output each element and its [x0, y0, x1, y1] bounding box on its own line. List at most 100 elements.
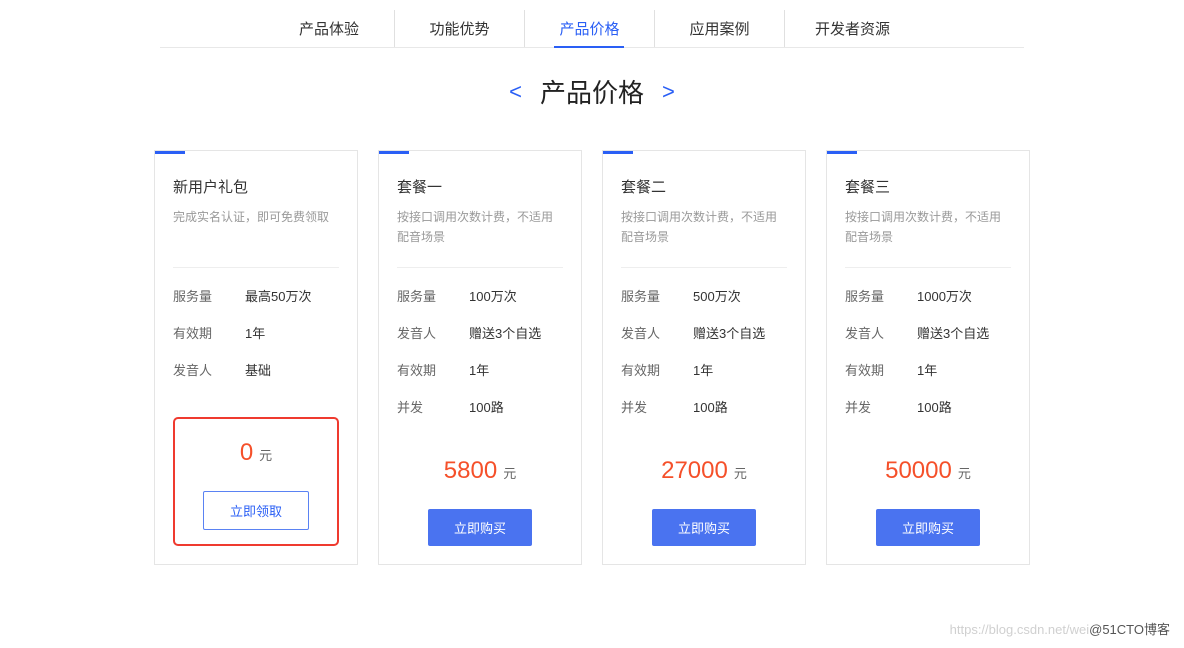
spec-row: 服务量1000万次	[845, 286, 1011, 305]
card-subtitle: 按接口调用次数计费，不适用配音场景	[845, 207, 1011, 249]
card-footer: 50000 元立即购买	[845, 437, 1011, 546]
price-unit: 元	[734, 463, 747, 482]
price-amount: 27000	[661, 457, 728, 485]
spec-row: 发音人基础	[173, 360, 339, 379]
watermark-faint: https://blog.csdn.net/wei	[950, 622, 1089, 637]
spec-value: 1年	[469, 360, 489, 379]
card-accent	[827, 151, 857, 154]
price-unit: 元	[259, 445, 272, 464]
spec-value: 100路	[917, 397, 952, 416]
spec-label: 有效期	[397, 360, 469, 379]
spec-value: 赠送3个自选	[917, 323, 989, 342]
spec-value: 100万次	[469, 286, 517, 305]
card-body: 新用户礼包完成实名认证，即可免费领取服务量最高50万次有效期1年发音人基础0元立…	[155, 176, 357, 564]
spec-row: 发音人赠送3个自选	[621, 323, 787, 342]
spec-value: 100路	[469, 397, 504, 416]
card-subtitle: 按接口调用次数计费，不适用配音场景	[397, 207, 563, 249]
spec-value: 赠送3个自选	[469, 323, 541, 342]
page-heading: < 产品价格 >	[0, 48, 1184, 135]
spec-row: 发音人赠送3个自选	[845, 323, 1011, 342]
spec-value: 500万次	[693, 286, 741, 305]
spec-label: 服务量	[173, 286, 245, 305]
spec-row: 并发100路	[397, 397, 563, 416]
spec-row: 有效期1年	[621, 360, 787, 379]
card-divider	[397, 267, 563, 268]
highlight-box: 0元立即领取	[173, 417, 339, 546]
spec-value: 1年	[245, 323, 265, 342]
price-row: 5800 元	[397, 457, 563, 485]
spec-value: 1年	[917, 360, 937, 379]
price-unit: 元	[503, 463, 516, 482]
spec-row: 发音人赠送3个自选	[397, 323, 563, 342]
spec-label: 有效期	[845, 360, 917, 379]
price-row: 0元	[189, 439, 323, 467]
pricing-card-1: 套餐一按接口调用次数计费，不适用配音场景服务量100万次发音人赠送3个自选有效期…	[378, 150, 582, 565]
card-divider	[621, 267, 787, 268]
pricing-card-0: 新用户礼包完成实名认证，即可免费领取服务量最高50万次有效期1年发音人基础0元立…	[154, 150, 358, 565]
spec-label: 发音人	[397, 323, 469, 342]
spec-value: 1000万次	[917, 286, 972, 305]
card-title: 套餐一	[397, 176, 563, 197]
card-body: 套餐二按接口调用次数计费，不适用配音场景服务量500万次发音人赠送3个自选有效期…	[603, 176, 805, 564]
buy-button[interactable]: 立即购买	[652, 509, 756, 546]
card-accent	[155, 151, 185, 154]
spec-row: 并发100路	[621, 397, 787, 416]
nav-tab-3[interactable]: 应用案例	[654, 10, 784, 47]
spec-value: 最高50万次	[245, 286, 311, 305]
card-subtitle: 按接口调用次数计费，不适用配音场景	[621, 207, 787, 249]
card-footer: 5800 元立即购买	[397, 437, 563, 546]
price-row: 50000 元	[845, 457, 1011, 485]
spec-value: 基础	[245, 360, 271, 379]
pricing-card-2: 套餐二按接口调用次数计费，不适用配音场景服务量500万次发音人赠送3个自选有效期…	[602, 150, 806, 565]
spec-value: 赠送3个自选	[693, 323, 765, 342]
spec-row: 服务量500万次	[621, 286, 787, 305]
card-divider	[845, 267, 1011, 268]
price-unit: 元	[958, 463, 971, 482]
card-title: 套餐二	[621, 176, 787, 197]
card-accent	[379, 151, 409, 154]
spec-row: 有效期1年	[397, 360, 563, 379]
card-accent	[603, 151, 633, 154]
chevron-right-icon: >	[662, 79, 675, 105]
nav-tab-2[interactable]: 产品价格	[524, 10, 654, 47]
spec-label: 服务量	[621, 286, 693, 305]
card-divider	[173, 267, 339, 268]
watermark: https://blog.csdn.net/wei@51CTO博客	[950, 619, 1170, 638]
spec-row: 服务量100万次	[397, 286, 563, 305]
card-title: 套餐三	[845, 176, 1011, 197]
spec-label: 发音人	[173, 360, 245, 379]
nav-tab-1[interactable]: 功能优势	[394, 10, 524, 47]
price-amount: 50000	[885, 457, 952, 485]
nav-tab-4[interactable]: 开发者资源	[784, 10, 920, 47]
price-amount: 5800	[444, 457, 497, 485]
buy-button[interactable]: 立即购买	[876, 509, 980, 546]
spec-label: 并发	[397, 397, 469, 416]
spec-label: 并发	[621, 397, 693, 416]
claim-button[interactable]: 立即领取	[203, 491, 309, 530]
price-row: 27000 元	[621, 457, 787, 485]
card-subtitle: 完成实名认证，即可免费领取	[173, 207, 339, 249]
spec-row: 服务量最高50万次	[173, 286, 339, 305]
spec-label: 服务量	[845, 286, 917, 305]
card-body: 套餐一按接口调用次数计费，不适用配音场景服务量100万次发音人赠送3个自选有效期…	[379, 176, 581, 564]
nav-tab-0[interactable]: 产品体验	[264, 10, 394, 47]
buy-button[interactable]: 立即购买	[428, 509, 532, 546]
pricing-card-3: 套餐三按接口调用次数计费，不适用配音场景服务量1000万次发音人赠送3个自选有效…	[826, 150, 1030, 565]
card-footer: 27000 元立即购买	[621, 437, 787, 546]
spec-label: 有效期	[621, 360, 693, 379]
spec-value: 100路	[693, 397, 728, 416]
spec-label: 并发	[845, 397, 917, 416]
chevron-left-icon: <	[509, 79, 522, 105]
spec-row: 有效期1年	[173, 323, 339, 342]
spec-row: 有效期1年	[845, 360, 1011, 379]
spec-label: 发音人	[845, 323, 917, 342]
price-amount: 0	[240, 439, 253, 467]
pricing-cards: 新用户礼包完成实名认证，即可免费领取服务量最高50万次有效期1年发音人基础0元立…	[0, 135, 1184, 565]
page-heading-text: 产品价格	[540, 73, 644, 110]
spec-label: 有效期	[173, 323, 245, 342]
nav-tabs: 产品体验功能优势产品价格应用案例开发者资源	[160, 0, 1024, 48]
card-body: 套餐三按接口调用次数计费，不适用配音场景服务量1000万次发音人赠送3个自选有效…	[827, 176, 1029, 564]
spec-label: 发音人	[621, 323, 693, 342]
spec-label: 服务量	[397, 286, 469, 305]
card-title: 新用户礼包	[173, 176, 339, 197]
